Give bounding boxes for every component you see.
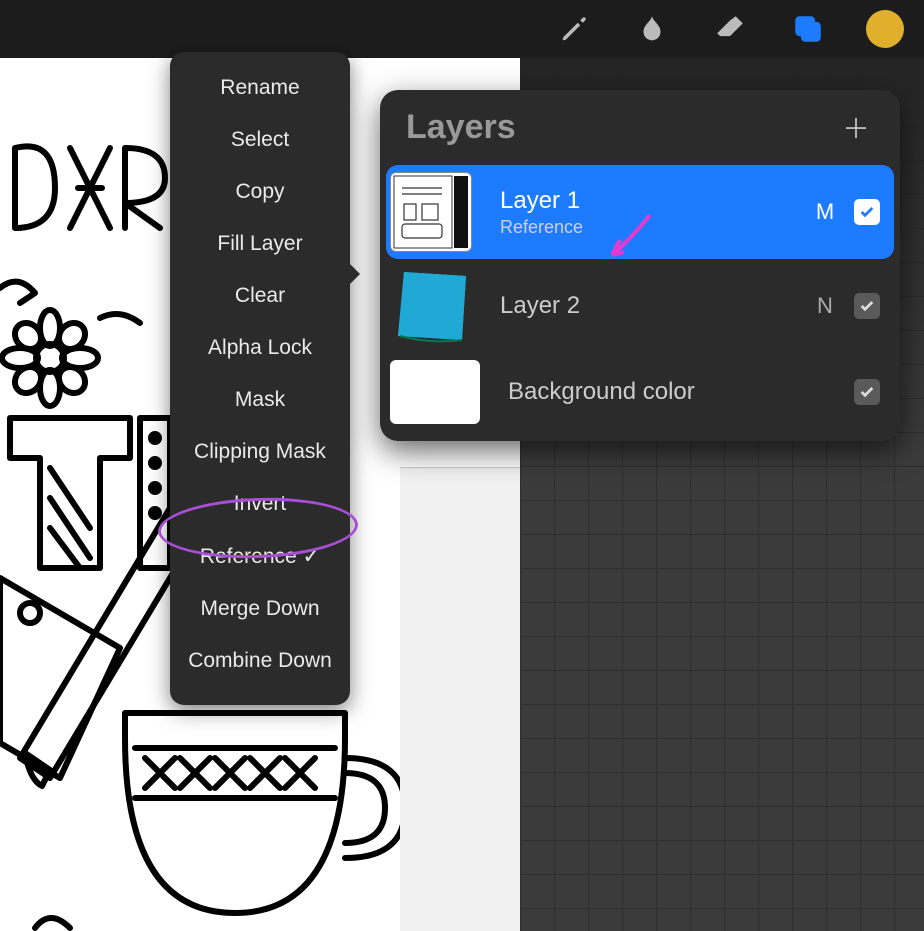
- eraser-icon[interactable]: [710, 9, 750, 49]
- layers-icon[interactable]: [788, 9, 828, 49]
- visibility-checkbox[interactable]: [854, 199, 880, 225]
- blend-mode-letter[interactable]: N: [810, 293, 840, 319]
- ctx-copy[interactable]: Copy: [170, 166, 350, 218]
- ctx-fill-layer[interactable]: Fill Layer: [170, 218, 350, 270]
- smudge-icon[interactable]: [632, 9, 672, 49]
- brush-icon[interactable]: [554, 9, 594, 49]
- layer-context-menu: Rename Select Copy Fill Layer Clear Alph…: [170, 52, 350, 705]
- ctx-clipping-mask[interactable]: Clipping Mask: [170, 426, 350, 478]
- layer-subtitle: Reference: [500, 217, 796, 238]
- layers-panel: Layers Layer 1 Reference M Layer 2: [380, 90, 900, 441]
- ctx-invert[interactable]: Invert: [170, 478, 350, 530]
- layer-name: Layer 1: [500, 187, 796, 215]
- layer-name: Background color: [508, 378, 796, 406]
- visibility-checkbox[interactable]: [854, 379, 880, 405]
- top-toolbar: [0, 0, 924, 58]
- ctx-select[interactable]: Select: [170, 114, 350, 166]
- layer-thumbnail: [390, 266, 472, 346]
- color-swatch[interactable]: [866, 10, 904, 48]
- ctx-clear[interactable]: Clear: [170, 270, 350, 322]
- layer-thumbnail: [390, 172, 472, 252]
- blend-mode-letter[interactable]: M: [810, 199, 840, 225]
- add-layer-button[interactable]: [838, 110, 874, 146]
- layers-title: Layers: [406, 108, 516, 147]
- visibility-checkbox[interactable]: [854, 293, 880, 319]
- layer-name: Layer 2: [500, 292, 796, 320]
- ctx-merge-down[interactable]: Merge Down: [170, 583, 350, 635]
- ctx-combine-down[interactable]: Combine Down: [170, 635, 350, 687]
- ctx-reference[interactable]: Reference ✓: [170, 530, 350, 583]
- layer-row-background[interactable]: Background color: [380, 353, 900, 431]
- layer-row-2[interactable]: Layer 2 N: [380, 259, 900, 353]
- ctx-mask[interactable]: Mask: [170, 374, 350, 426]
- ctx-alpha-lock[interactable]: Alpha Lock: [170, 322, 350, 374]
- ctx-rename[interactable]: Rename: [170, 62, 350, 114]
- layer-thumbnail: [390, 360, 480, 424]
- layer-row-1[interactable]: Layer 1 Reference M: [386, 165, 894, 259]
